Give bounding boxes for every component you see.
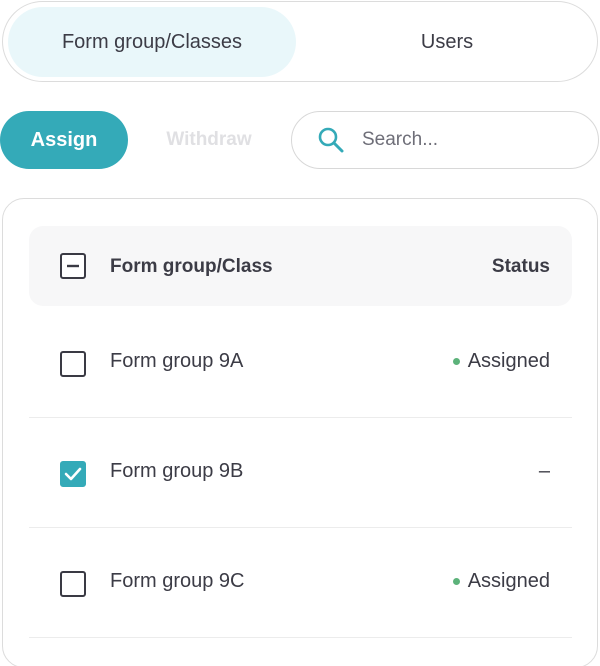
table-row[interactable]: Form group 9C Assigned <box>29 528 572 638</box>
tab-users[interactable]: Users <box>303 7 591 77</box>
view-tabs: Form group/Classes Users <box>2 1 598 82</box>
assign-button[interactable]: Assign <box>0 111 128 169</box>
tab-form-group-classes[interactable]: Form group/Classes <box>8 7 296 77</box>
search-icon <box>317 126 345 154</box>
table-row[interactable]: Form group 9B – <box>29 418 572 528</box>
row-checkbox[interactable] <box>60 571 86 597</box>
row-name: Form group 9C <box>110 570 245 592</box>
status-dot-icon <box>452 578 460 585</box>
status-text: Assigned <box>467 570 550 592</box>
status-badge: Assigned <box>452 570 550 593</box>
checkmark-icon <box>64 467 82 481</box>
class-table: Form group/Class Status Form group 9A As… <box>2 198 598 666</box>
withdraw-button[interactable]: Withdraw <box>140 111 278 169</box>
status-text: – <box>538 460 550 482</box>
table-row[interactable]: Form group 9A Assigned <box>29 308 572 418</box>
row-checkbox[interactable] <box>60 461 86 487</box>
search-input[interactable] <box>362 122 582 158</box>
column-header-name: Form group/Class <box>110 256 273 277</box>
indeterminate-icon <box>67 264 79 268</box>
status-dot-icon <box>452 358 460 365</box>
row-name: Form group 9A <box>110 350 244 372</box>
status-text: Assigned <box>467 350 550 372</box>
table-header: Form group/Class Status <box>29 226 572 306</box>
select-all-checkbox[interactable] <box>60 253 86 279</box>
status-badge: Assigned <box>452 350 550 373</box>
row-checkbox[interactable] <box>60 351 86 377</box>
search-box <box>291 111 599 169</box>
row-name: Form group 9B <box>110 460 244 482</box>
column-header-status: Status <box>491 256 550 277</box>
